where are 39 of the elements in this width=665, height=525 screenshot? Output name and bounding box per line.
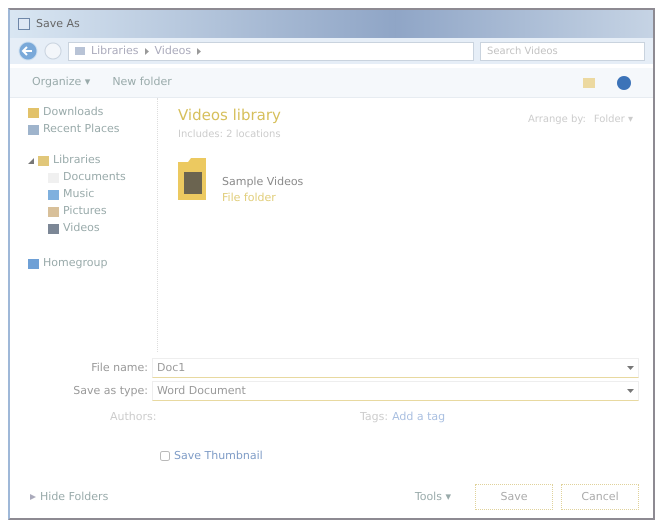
search-field[interactable]: Search Videos — [480, 42, 645, 60]
file-type: File folder — [222, 190, 277, 206]
chevron-icon — [197, 48, 202, 54]
dropdown-field[interactable]: Word Document — [152, 381, 639, 401]
breadcrumb-item[interactable]: Videos — [154, 42, 192, 60]
nav-item[interactable]: Recent Places — [43, 121, 120, 138]
nav-item[interactable]: Pictures — [63, 203, 107, 220]
nav-item[interactable]: Homegroup — [43, 255, 108, 272]
nav-item[interactable]: Music — [63, 186, 94, 203]
dropdown-field[interactable]: Doc1 — [152, 358, 639, 378]
field-label: Save as type: — [72, 382, 148, 399]
help-icon — [617, 76, 631, 90]
app-icon — [18, 18, 30, 30]
breadcrumb-item[interactable]: Libraries — [91, 42, 139, 60]
expanded-arrow-icon[interactable] — [28, 158, 34, 164]
toolbar-button[interactable]: Organize ▾ — [32, 74, 90, 91]
nav-item[interactable]: Documents — [63, 169, 126, 186]
checkbox[interactable] — [160, 450, 170, 461]
forward-icon[interactable] — [44, 42, 62, 60]
checkbox-label: Save Thumbnail — [174, 448, 263, 464]
nav-item[interactable]: Videos — [63, 220, 100, 237]
nav-item[interactable]: Downloads — [43, 104, 104, 121]
toolbar-button[interactable]: New folder — [112, 74, 172, 91]
address-bar[interactable]: Libraries Videos — [68, 42, 474, 60]
file-name[interactable]: Sample Videos — [222, 174, 304, 190]
tools-button[interactable]: Tools ▾ — [414, 488, 451, 506]
field-label: File name: — [90, 360, 148, 376]
collapse-arrow-icon — [30, 494, 36, 500]
dropdown-arrow-icon — [627, 366, 634, 370]
dialog-button[interactable]: Cancel — [561, 484, 639, 510]
back-icon[interactable] — [18, 41, 38, 61]
dialog-button[interactable]: Save — [475, 484, 553, 510]
nav-item[interactable]: Libraries — [53, 152, 101, 169]
window-title: Save As — [36, 16, 80, 32]
chevron-icon — [144, 48, 149, 54]
tag-link[interactable]: Add a tag — [392, 409, 446, 426]
library-title: Videos library — [178, 105, 281, 126]
dropdown-arrow-icon — [627, 389, 634, 393]
hide-folders-button[interactable]: Hide Folders — [40, 488, 108, 506]
